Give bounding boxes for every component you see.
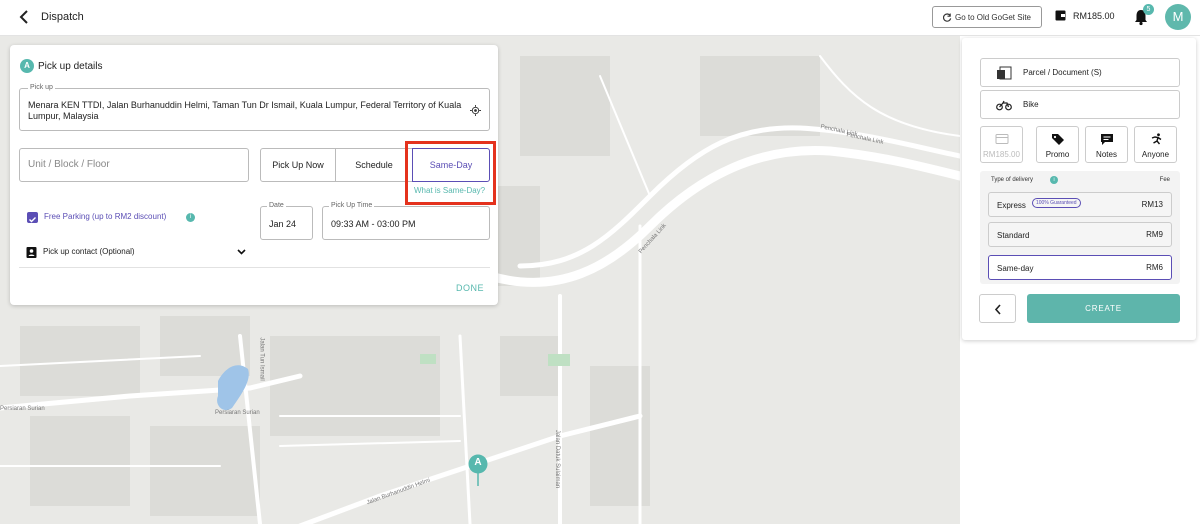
locate-icon[interactable] xyxy=(470,105,481,116)
option-name: Standard xyxy=(997,231,1030,240)
recipient-tile[interactable]: Anyone xyxy=(1134,126,1177,163)
delivery-type-header: Type of delivery xyxy=(991,177,1034,183)
free-parking-label: Free Parking (up to RM2 discount) xyxy=(44,212,167,221)
notes-tile[interactable]: Notes xyxy=(1085,126,1128,163)
pick-up-now-button[interactable]: Pick Up Now xyxy=(260,148,336,182)
wallet-balance[interactable]: RM185.00 xyxy=(1055,10,1115,21)
contact-icon xyxy=(26,247,37,258)
wallet-tile: RM185.00 xyxy=(980,126,1023,163)
item-type-selector[interactable]: Parcel / Document (S) xyxy=(980,58,1180,87)
page-title: Dispatch xyxy=(41,11,84,23)
item-type-label: Parcel / Document (S) xyxy=(1023,68,1102,77)
order-panel: Parcel / Document (S) Bike RM185.00 Prom… xyxy=(962,38,1196,340)
same-day-button[interactable]: Same-Day xyxy=(412,148,490,182)
back-button[interactable] xyxy=(979,294,1016,323)
map-label: Persiaran Surian xyxy=(215,410,260,416)
delivery-option-express[interactable]: Express 100% Guaranteed RM13 xyxy=(988,192,1172,217)
vehicle-selector[interactable]: Bike xyxy=(980,90,1180,119)
pickup-address-value: Menara KEN TTDI, Jalan Burhanuddin Helmi… xyxy=(28,100,462,121)
info-icon[interactable]: i xyxy=(1050,176,1058,184)
notes-icon xyxy=(1101,134,1113,145)
done-button[interactable]: DONE xyxy=(456,283,484,293)
refresh-icon xyxy=(942,12,952,22)
map-label: Jalan Datuk Sulaiman xyxy=(554,429,561,489)
fee-header: Fee xyxy=(1159,177,1170,183)
tag-icon xyxy=(1052,134,1064,145)
map-label: Persiaran Surian xyxy=(0,406,45,412)
notes-tile-label: Notes xyxy=(1096,150,1117,159)
unit-block-floor-input[interactable]: Unit / Block / Floor xyxy=(19,148,249,182)
avatar[interactable]: M xyxy=(1165,4,1191,30)
recipient-tile-label: Anyone xyxy=(1141,150,1170,159)
top-bar: Dispatch Go to Old GoGet Site RM185.00 5… xyxy=(0,0,1200,36)
create-button[interactable]: CREATE xyxy=(1027,294,1180,323)
pickup-map-marker[interactable]: A xyxy=(468,454,488,488)
promo-tile-label: Promo xyxy=(1045,150,1070,159)
marker-label: A xyxy=(474,457,482,468)
wallet-icon xyxy=(1055,10,1066,21)
guaranteed-badge: 100% Guaranteed xyxy=(1032,198,1081,208)
schedule-button[interactable]: Schedule xyxy=(335,148,413,182)
wallet-amount: RM185.00 xyxy=(1073,10,1115,21)
time-value: 09:33 AM - 03:00 PM xyxy=(331,219,416,229)
pickup-field-label: Pick up xyxy=(28,84,55,91)
delivery-type-box: Type of delivery i Fee Express 100% Guar… xyxy=(980,171,1180,284)
date-label: Date xyxy=(267,202,286,209)
what-is-same-day-link[interactable]: What is Same-Day? xyxy=(414,186,485,195)
map-label: Jalan Tun Ismail xyxy=(258,337,265,381)
option-name: Express xyxy=(997,201,1026,210)
date-value: Jan 24 xyxy=(269,219,297,229)
pickup-time-field[interactable]: Pick Up Time 09:33 AM - 03:00 PM xyxy=(322,202,490,240)
pickup-details-card: A Pick up details Pick up Menara KEN TTD… xyxy=(10,45,498,305)
pickup-badge: A xyxy=(20,59,34,73)
vehicle-label: Bike xyxy=(1023,100,1039,109)
chevron-left-icon xyxy=(994,304,1001,315)
option-price: RM13 xyxy=(1141,200,1163,209)
option-price: RM6 xyxy=(1146,263,1163,272)
go-to-old-site-button[interactable]: Go to Old GoGet Site xyxy=(932,6,1042,28)
bike-icon xyxy=(996,100,1012,111)
old-site-label: Go to Old GoGet Site xyxy=(954,12,1032,22)
back-arrow-icon[interactable] xyxy=(14,6,36,28)
delivery-option-same-day[interactable]: Same-day RM6 xyxy=(988,255,1172,280)
option-name: Same-day xyxy=(997,264,1034,273)
parcel-icon xyxy=(997,66,1012,80)
pickup-contact-label[interactable]: Pick up contact (Optional) xyxy=(43,247,135,256)
notification-badge: 5 xyxy=(1143,4,1154,15)
card-title: Pick up details xyxy=(38,61,103,72)
option-price: RM9 xyxy=(1146,230,1163,239)
time-label: Pick Up Time xyxy=(329,202,375,209)
pickup-address-field[interactable]: Pick up Menara KEN TTDI, Jalan Burhanudd… xyxy=(19,84,490,131)
date-field[interactable]: Date Jan 24 xyxy=(260,202,313,240)
info-icon[interactable]: i xyxy=(186,213,195,222)
wallet-tile-label: RM185.00 xyxy=(983,150,1020,159)
delivery-option-standard[interactable]: Standard RM9 xyxy=(988,222,1172,247)
promo-tile[interactable]: Promo xyxy=(1036,126,1079,163)
running-person-icon xyxy=(1151,133,1162,145)
card-icon xyxy=(995,134,1009,144)
divider xyxy=(19,267,490,268)
free-parking-checkbox[interactable] xyxy=(27,212,38,223)
chevron-down-icon[interactable] xyxy=(236,246,247,257)
